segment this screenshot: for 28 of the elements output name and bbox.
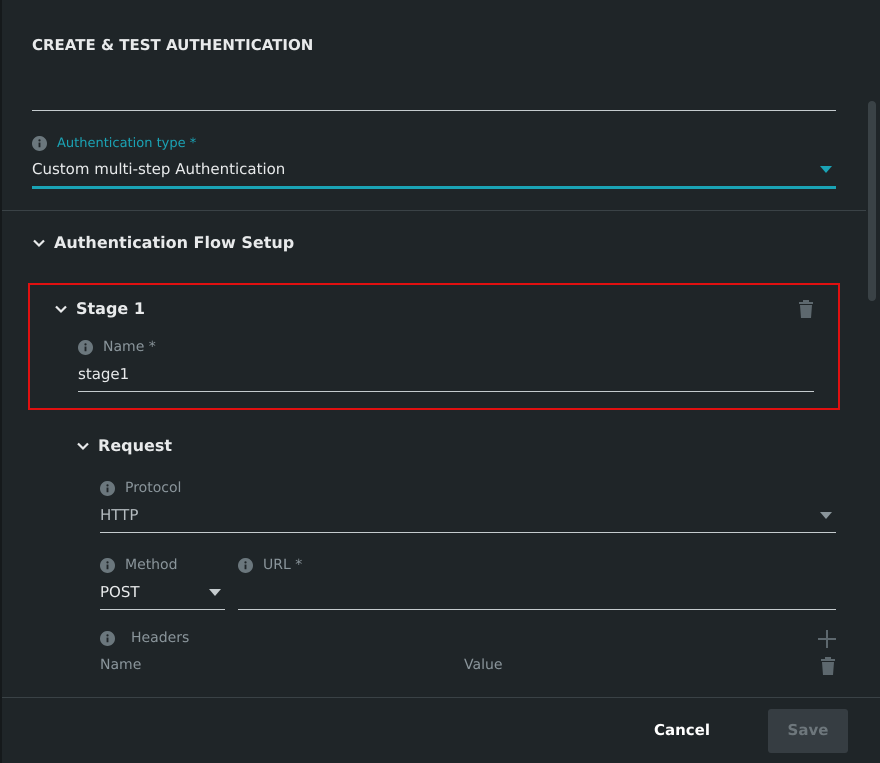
field-label: Method (125, 556, 178, 575)
dialog-title: CREATE & TEST AUTHENTICATION (32, 35, 314, 56)
field-label: URL * (263, 556, 302, 575)
field-label: Headers (131, 629, 190, 648)
trash-icon[interactable] (820, 656, 836, 676)
info-icon (100, 631, 115, 646)
info-icon (100, 481, 115, 496)
section-title[interactable]: Authentication Flow Setup (54, 231, 294, 255)
info-icon (100, 558, 115, 573)
info-icon (238, 558, 253, 573)
field-label: Name * (103, 338, 156, 357)
trash-icon[interactable] (798, 299, 814, 319)
info-icon (78, 340, 93, 355)
cancel-button[interactable]: Cancel (654, 708, 710, 752)
scrollbar-thumb[interactable] (868, 100, 876, 300)
plus-icon[interactable] (818, 630, 836, 648)
field-label: Authentication type * (57, 134, 196, 152)
field-label: Protocol (125, 479, 182, 498)
dropdown-field[interactable]: POST (100, 576, 225, 610)
info-icon (32, 136, 47, 151)
column-header: Value (464, 656, 504, 675)
column-header: Name (100, 656, 142, 675)
section-title[interactable]: Request (98, 434, 172, 458)
caret-icon[interactable] (820, 166, 832, 173)
name-field[interactable]: stage1 (78, 358, 814, 392)
stage-title[interactable]: Stage 1 (76, 297, 145, 321)
dropdown-field[interactable]: Custom multi-step Authentication (32, 153, 836, 189)
caret-icon[interactable] (209, 589, 221, 596)
